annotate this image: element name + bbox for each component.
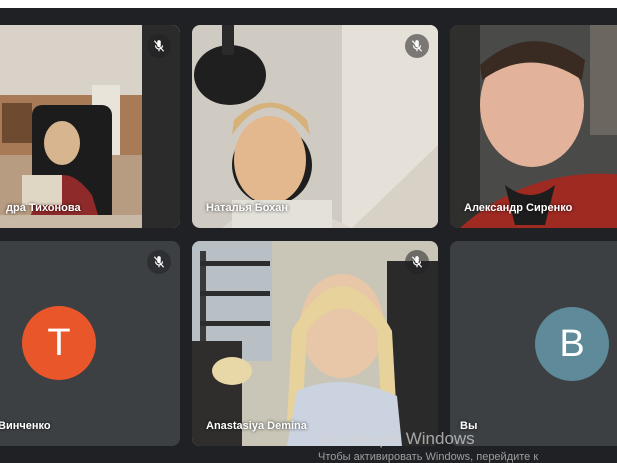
participant-tile-4[interactable]: T Винченко [0, 241, 180, 446]
mute-indicator [405, 250, 429, 274]
mic-off-icon [153, 40, 165, 52]
avatar-letter: B [559, 322, 585, 365]
top-bar [0, 0, 617, 8]
mute-indicator [147, 34, 171, 58]
avatar: B [535, 307, 609, 381]
participant-name: Наталья Бохан [206, 202, 289, 214]
participant-tile-3[interactable]: Александр Сиренко [450, 25, 617, 228]
participant-video [450, 25, 617, 228]
participant-name: Винченко [0, 420, 51, 432]
mute-indicator [147, 250, 171, 274]
participant-video [192, 241, 438, 446]
avatar-letter: T [47, 321, 71, 364]
participant-tile-5[interactable]: Anastasiya Demina [192, 241, 438, 446]
avatar: T [22, 306, 96, 380]
participant-name: дра Тихонова [6, 202, 81, 214]
participant-name: Александр Сиренко [464, 202, 573, 214]
mute-indicator [405, 34, 429, 58]
mic-off-icon [153, 256, 165, 268]
mic-off-icon [411, 256, 423, 268]
windows-activation-title: Активация Windows [318, 429, 475, 448]
participant-tile-2[interactable]: Наталья Бохан [192, 25, 438, 228]
windows-activation-subtitle: Чтобы активировать Windows, перейдите к [318, 451, 539, 463]
participant-name: Anastasiya Demina [206, 420, 307, 432]
participant-video [192, 25, 438, 228]
mic-off-icon [411, 40, 423, 52]
participant-tile-self[interactable]: B Вы [450, 241, 617, 446]
participant-tile-1[interactable]: дра Тихонова [0, 25, 180, 228]
